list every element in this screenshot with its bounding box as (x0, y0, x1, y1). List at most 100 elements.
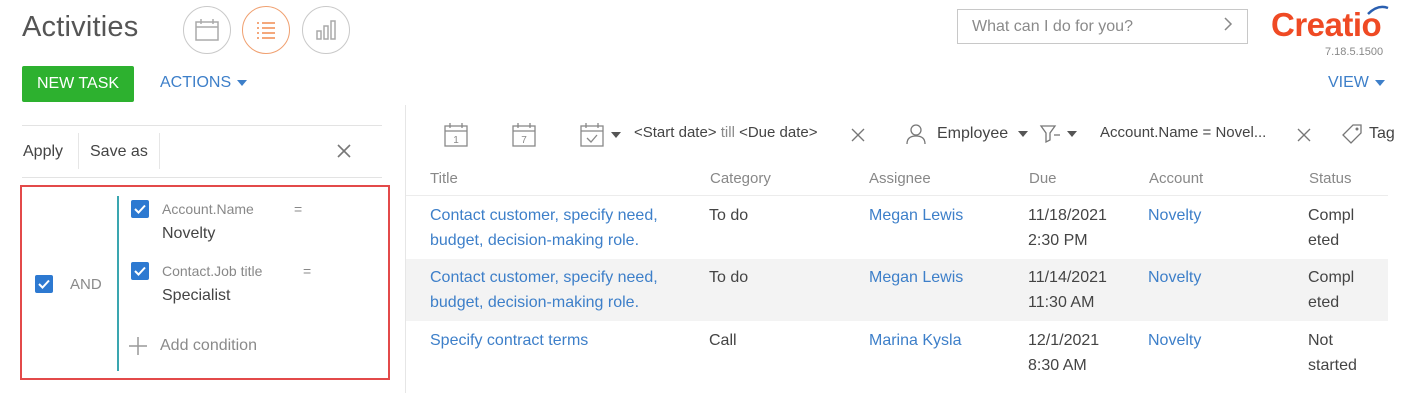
close-icon (1297, 128, 1311, 142)
divider (22, 125, 382, 126)
date-range-filter[interactable]: <Start date> till <Due date> (634, 124, 817, 141)
calendar-check-icon (580, 123, 604, 147)
table-row[interactable]: Specify contract terms Call Marina Kysla… (406, 322, 1388, 384)
category-cell: To do (709, 269, 749, 286)
view-label: VIEW (1328, 74, 1369, 91)
list-icon (257, 22, 275, 39)
page-title: Activities (22, 11, 139, 43)
assignee-link[interactable]: Marina Kysla (869, 328, 961, 353)
condition-operator[interactable]: = (294, 201, 302, 217)
command-search-input[interactable]: What can I do for you? (957, 9, 1248, 44)
apply-button[interactable]: Apply (23, 143, 63, 161)
employee-filter-button[interactable]: Employee (905, 123, 1029, 145)
check-icon (134, 204, 146, 214)
caret-down-icon (1374, 80, 1385, 86)
divider (159, 133, 160, 169)
calendar-week-icon: 7 (512, 123, 536, 147)
close-icon (337, 144, 351, 158)
caret-down-icon (237, 80, 248, 86)
column-header-title[interactable]: Title (430, 170, 458, 187)
close-filter-button[interactable] (336, 143, 352, 163)
column-header-account[interactable]: Account (1149, 170, 1203, 187)
account-filter-label[interactable]: Account.Name = Novel... (1100, 124, 1266, 141)
search-placeholder: What can I do for you? (972, 17, 1133, 35)
condition-operator[interactable]: = (303, 263, 311, 279)
tag-icon (1342, 124, 1362, 144)
person-icon (906, 124, 926, 145)
assignee-link[interactable]: Megan Lewis (869, 203, 963, 228)
creatio-logo: Creatio (1271, 6, 1382, 44)
category-cell: To do (709, 207, 749, 224)
table-row[interactable]: Contact customer, specify need, budget, d… (406, 197, 1388, 259)
due-date-label: <Due date> (739, 124, 818, 141)
calendar-day-number: 7 (521, 135, 527, 146)
activity-title-link[interactable]: Contact customer, specify need, budget, d… (430, 265, 658, 315)
status-cell: Compl eted (1308, 269, 1355, 311)
check-icon (134, 266, 146, 276)
column-header-status[interactable]: Status (1309, 170, 1352, 187)
due-cell: 11/14/2021 11:30 AM (1028, 269, 1107, 311)
activity-title-link[interactable]: Contact customer, specify need, budget, d… (430, 203, 658, 253)
tag-filter-button[interactable]: Tag (1341, 123, 1395, 145)
condition-field[interactable]: Contact.Job title (162, 263, 262, 279)
logo-text: Creatio (1271, 6, 1382, 43)
analytics-view-button[interactable] (302, 6, 350, 54)
divider (78, 133, 79, 169)
till-label: till (720, 124, 735, 141)
new-task-button[interactable]: NEW TASK (22, 66, 134, 102)
status-cell: Compl eted (1308, 207, 1355, 249)
condition-checkbox[interactable] (131, 200, 149, 218)
clear-account-filter-button[interactable] (1297, 128, 1311, 146)
due-cell: 12/1/2021 8:30 AM (1028, 332, 1100, 374)
condition-checkbox[interactable] (131, 262, 149, 280)
condition-value[interactable]: Novelty (162, 225, 215, 243)
start-date-label: <Start date> (634, 124, 717, 141)
column-header-assignee[interactable]: Assignee (869, 170, 931, 187)
status-cell: Not started (1308, 332, 1357, 374)
bar-chart-icon (316, 20, 336, 40)
close-icon (851, 128, 865, 142)
condition-value[interactable]: Specialist (162, 287, 230, 305)
caret-down-icon (1018, 131, 1029, 137)
category-cell: Call (709, 332, 737, 349)
condition-field[interactable]: Account.Name (162, 201, 254, 217)
save-as-button[interactable]: Save as (90, 143, 148, 161)
list-view-button[interactable] (242, 6, 290, 54)
calendar-day-icon: 1 (444, 123, 468, 147)
custom-filter-button[interactable] (1039, 123, 1077, 145)
column-header-due[interactable]: Due (1029, 170, 1057, 187)
group-operator[interactable]: AND (70, 276, 102, 293)
plus-icon (129, 337, 147, 355)
divider (406, 195, 1388, 196)
account-link[interactable]: Novelty (1148, 265, 1201, 290)
assignee-link[interactable]: Megan Lewis (869, 265, 963, 290)
add-condition-label: Add condition (160, 337, 257, 354)
group-checkbox[interactable] (35, 275, 53, 293)
add-condition-button[interactable]: Add condition (128, 336, 257, 356)
clear-date-filter-button[interactable] (851, 128, 865, 146)
tag-label: Tag (1369, 125, 1395, 142)
activity-title-link[interactable]: Specify contract terms (430, 328, 588, 353)
divider (22, 177, 382, 178)
view-menu-button[interactable]: VIEW (1328, 74, 1385, 92)
actions-label: ACTIONS (160, 74, 232, 91)
calendar-icon (195, 19, 219, 41)
column-header-category[interactable]: Category (710, 170, 771, 187)
caret-down-icon (611, 132, 621, 138)
table-row[interactable]: Contact customer, specify need, budget, d… (406, 259, 1388, 321)
filter-funnel-icon (1039, 125, 1060, 144)
calendar-view-button[interactable] (183, 6, 231, 54)
group-bracket (117, 196, 119, 371)
calendar-day-number: 1 (453, 135, 459, 146)
account-link[interactable]: Novelty (1148, 328, 1201, 353)
logo-swoosh-icon (1367, 5, 1389, 15)
period-filter-button[interactable] (579, 122, 621, 148)
employee-label: Employee (937, 125, 1009, 142)
chevron-right-icon[interactable] (1223, 16, 1233, 37)
today-filter-button[interactable]: 1 (443, 122, 469, 152)
caret-down-icon (1067, 131, 1077, 137)
week-filter-button[interactable]: 7 (511, 122, 537, 152)
check-icon (38, 279, 50, 289)
actions-menu-button[interactable]: ACTIONS (160, 74, 248, 92)
account-link[interactable]: Novelty (1148, 203, 1201, 228)
